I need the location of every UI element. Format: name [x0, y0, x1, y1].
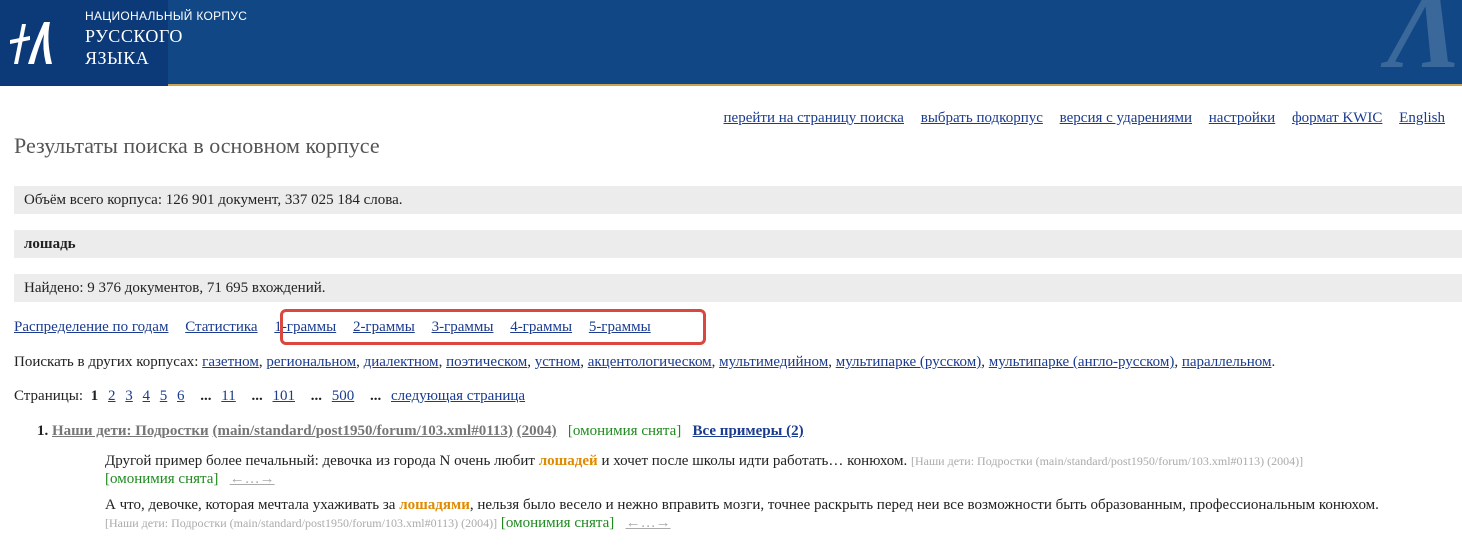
- example-reference[interactable]: [Наши дети: Подростки (main/standard/pos…: [105, 516, 497, 530]
- page-ellipsis: ...: [200, 388, 212, 404]
- pages-label: Страницы:: [14, 388, 84, 404]
- english-link[interactable]: English: [1399, 110, 1445, 126]
- header-accent: [168, 0, 1462, 86]
- example-text-before: А что, девочке, которая мечтала ухаживат…: [105, 497, 400, 513]
- example-hit: лошадей: [538, 453, 598, 469]
- corpus-link-parallel[interactable]: параллельном: [1182, 354, 1272, 370]
- page-current: 1: [90, 388, 99, 404]
- logo-line-3: ЯЗЫКА: [85, 48, 150, 68]
- page-ellipsis: ...: [310, 388, 322, 404]
- page-title: Результаты поиска в основном корпусе: [14, 133, 380, 158]
- statistics-link[interactable]: Статистика: [185, 319, 257, 335]
- result-number: 1.: [37, 423, 49, 439]
- top-nav: перейти на страницу поиска выбрать подко…: [711, 110, 1445, 127]
- other-corpora: Поискать в других корпусах: газетном, ре…: [14, 354, 1276, 370]
- page-ellipsis: ...: [369, 388, 382, 404]
- page-link-6[interactable]: 6: [177, 388, 185, 404]
- example-text-after: , нельзя было весело и нежно вправить мо…: [469, 497, 1379, 513]
- go-to-search-link[interactable]: перейти на страницу поиска: [724, 110, 904, 126]
- example-text-before: Другой пример более печальный: девочка и…: [105, 453, 539, 469]
- corpus-link-poetic[interactable]: поэтическом: [446, 354, 527, 370]
- result-source-title[interactable]: Наши дети: Подростки: [52, 423, 209, 439]
- corpus-logo-icon[interactable]: [8, 14, 66, 70]
- select-subcorpus-link[interactable]: выбрать подкорпус: [921, 110, 1043, 126]
- header-watermark-icon: Λ: [1387, 0, 1462, 86]
- kwic-format-link[interactable]: формат KWIC: [1292, 110, 1382, 126]
- corpus-link-newspaper[interactable]: газетном: [202, 354, 259, 370]
- page-link-500[interactable]: 500: [332, 388, 355, 404]
- next-page-link[interactable]: следующая страница: [391, 388, 525, 404]
- example-homonymy: [омонимия снята]: [500, 515, 615, 531]
- page-link-5[interactable]: 5: [160, 388, 168, 404]
- example-text-after: и хочет после школы идти работать… конюх…: [597, 453, 911, 469]
- corpus-link-multipark-en-ru[interactable]: мультипарке (англо-русском): [989, 354, 1175, 370]
- pagination: Страницы: 1 2 3 4 5 6 ... 11 ... 101 ...…: [14, 388, 531, 405]
- found-text: Найдено: 9 376 документов, 71 695 вхожде…: [24, 280, 326, 296]
- header-gold-line: [168, 84, 1462, 86]
- corpus-link-regional[interactable]: региональном: [266, 354, 356, 370]
- example-homonymy: [омонимия снята]: [105, 471, 219, 487]
- ngram-highlight-box: [280, 309, 706, 345]
- result-header: 1. Наши дети: Подростки (main/standard/p…: [37, 423, 804, 440]
- corpus-link-spoken[interactable]: устном: [535, 354, 580, 370]
- result-year[interactable]: (2004): [517, 423, 557, 439]
- site-header: Λ НАЦИОНАЛЬНЫЙ КОРПУС РУССКОГО ЯЗЫКА: [0, 0, 1462, 86]
- page-link-2[interactable]: 2: [108, 388, 116, 404]
- page-link-4[interactable]: 4: [143, 388, 151, 404]
- result-source-path[interactable]: (main/standard/post1950/forum/103.xml#01…: [212, 423, 512, 439]
- corpus-link-dialect[interactable]: диалектном: [364, 354, 439, 370]
- page-link-101[interactable]: 101: [272, 388, 295, 404]
- query-bar: лошадь: [14, 230, 1462, 258]
- found-bar: Найдено: 9 376 документов, 71 695 вхожде…: [14, 274, 1462, 302]
- corpus-volume-text: Объём всего корпуса: 126 901 документ, 3…: [24, 192, 403, 208]
- example-reference[interactable]: [Наши дети: Подростки (main/standard/pos…: [911, 454, 1303, 468]
- query-text: лошадь: [24, 236, 76, 252]
- stress-version-link[interactable]: версия с ударениями: [1060, 110, 1192, 126]
- logo-line-2: РУССКОГО: [85, 26, 183, 46]
- corpus-link-multimedia[interactable]: мультимедийном: [719, 354, 828, 370]
- page-link-11[interactable]: 11: [221, 388, 235, 404]
- homonymy-badge: [омонимия снята]: [567, 423, 682, 439]
- expand-context-arrows-icon[interactable]: ←…→: [626, 515, 671, 531]
- corpus-volume-bar: Объём всего корпуса: 126 901 документ, 3…: [14, 186, 1462, 214]
- page-ellipsis: ...: [251, 388, 263, 404]
- year-distribution-link[interactable]: Распределение по годам: [14, 319, 168, 335]
- logo-line-1: НАЦИОНАЛЬНЫЙ КОРПУС: [85, 9, 248, 23]
- other-corpora-label: Поискать в других корпусах:: [14, 354, 199, 370]
- example-hit: лошадями: [399, 497, 470, 513]
- corpus-link-accent[interactable]: акцентологическом: [588, 354, 712, 370]
- example-snippet-1: Другой пример более печальный: девочка и…: [105, 452, 1405, 488]
- expand-context-arrows-icon[interactable]: ←…→: [230, 471, 275, 487]
- example-snippet-2: А что, девочке, которая мечтала ухаживат…: [105, 496, 1405, 532]
- page-link-3[interactable]: 3: [125, 388, 133, 404]
- settings-link[interactable]: настройки: [1209, 110, 1275, 126]
- all-examples-link[interactable]: Все примеры (2): [693, 423, 804, 439]
- corpus-link-multipark-ru[interactable]: мультипарке (русском): [836, 354, 982, 370]
